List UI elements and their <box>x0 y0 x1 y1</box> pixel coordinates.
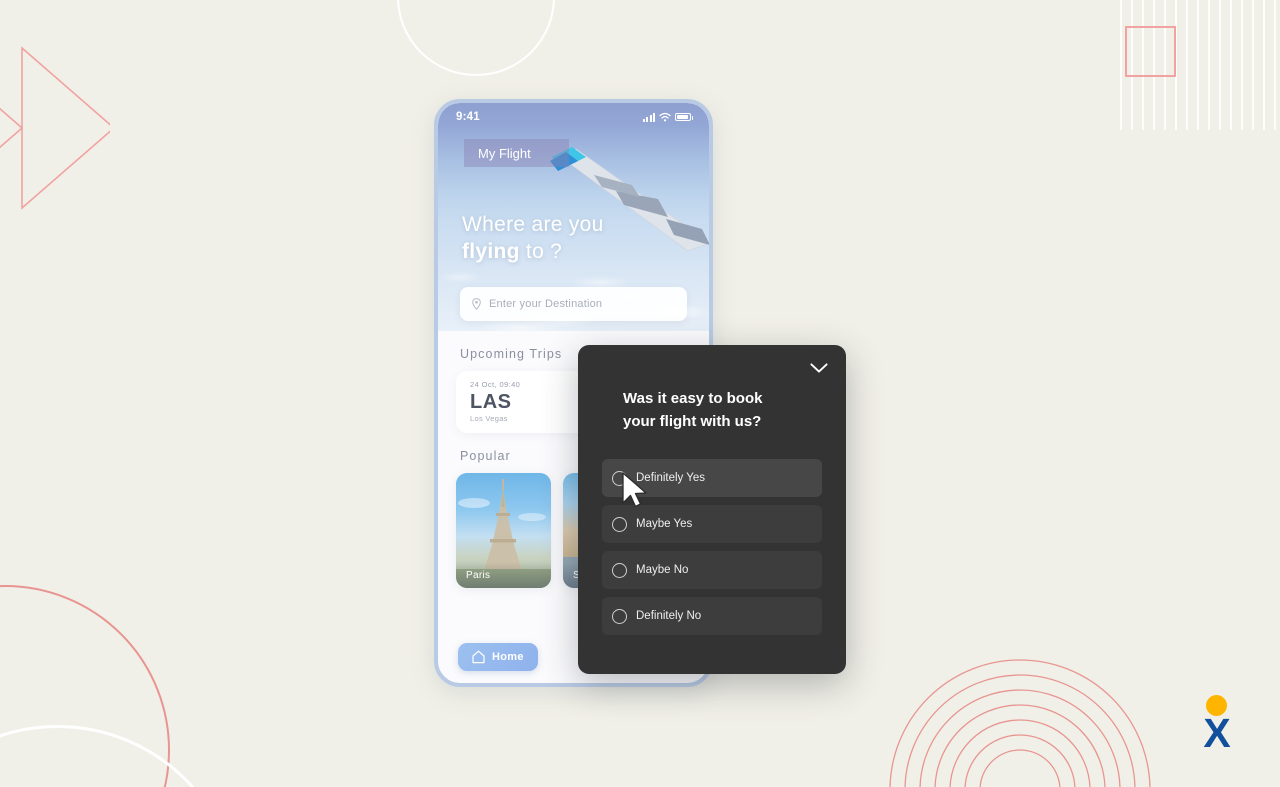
search-placeholder: Enter your Destination <box>489 298 603 310</box>
logo-x-mark: X <box>1203 710 1231 756</box>
survey-option-maybe-no[interactable]: Maybe No <box>602 551 822 589</box>
hero-heading-tail: to ? <box>519 240 563 263</box>
hero-heading: Where are you flying to ? <box>462 211 604 265</box>
survey-modal: Was it easy to book your flight with us?… <box>578 345 846 674</box>
radio-icon[interactable] <box>612 470 627 486</box>
double-triangle-decoration <box>0 46 110 210</box>
my-flight-label: My Flight <box>478 145 531 161</box>
my-flight-tab[interactable]: My Flight <box>464 139 569 167</box>
radio-icon[interactable] <box>612 562 627 578</box>
vertical-stripes-decoration <box>1120 0 1280 130</box>
map-pin-icon <box>472 298 481 310</box>
survey-option-label: Definitely Yes <box>636 472 706 484</box>
modal-collapse-button[interactable] <box>806 357 832 379</box>
logo-dot-icon <box>1206 695 1227 716</box>
brand-logo: X <box>1198 695 1236 756</box>
popular-card-paris[interactable]: Paris <box>456 473 551 588</box>
hero-section: 9:41 My Flight Where are you flying to ? <box>438 103 709 331</box>
concentric-arcs-decoration <box>889 659 1151 787</box>
battery-icon <box>675 113 693 121</box>
survey-options: Definitely Yes Maybe Yes Maybe No Defini… <box>602 459 822 635</box>
survey-option-label: Maybe No <box>636 564 689 576</box>
hero-heading-bold: flying <box>462 240 520 263</box>
bottom-left-white-circle <box>0 725 240 787</box>
destination-search-box[interactable]: Enter your Destination <box>460 287 687 321</box>
survey-option-label: Definitely No <box>636 610 702 622</box>
top-outer-circle-decoration <box>397 0 555 76</box>
radio-icon[interactable] <box>612 516 627 532</box>
status-bar: 9:41 <box>438 103 709 131</box>
nav-item-home[interactable]: Home <box>458 643 538 671</box>
survey-option-maybe-yes[interactable]: Maybe Yes <box>602 505 822 543</box>
survey-option-label: Maybe Yes <box>636 518 693 530</box>
signal-icon <box>642 112 655 122</box>
survey-question-line2: your flight with us? <box>623 412 762 430</box>
hero-heading-line1: Where are you <box>462 213 604 236</box>
radio-icon[interactable] <box>612 608 627 624</box>
bottom-left-pink-circle <box>0 585 170 787</box>
popular-card-label: Paris <box>456 562 551 588</box>
survey-option-definitely-no[interactable]: Definitely No <box>602 597 822 635</box>
status-time: 9:41 <box>456 111 480 123</box>
chevron-down-icon <box>810 362 828 373</box>
wifi-icon <box>659 112 671 122</box>
nav-item-home-label: Home <box>492 651 524 663</box>
home-icon <box>472 650 485 664</box>
survey-option-definitely-yes[interactable]: Definitely Yes <box>602 459 822 497</box>
survey-question: Was it easy to book your flight with us? <box>623 388 816 433</box>
survey-question-line1: Was it easy to book <box>623 390 763 407</box>
square-outline-decoration <box>1125 26 1176 77</box>
